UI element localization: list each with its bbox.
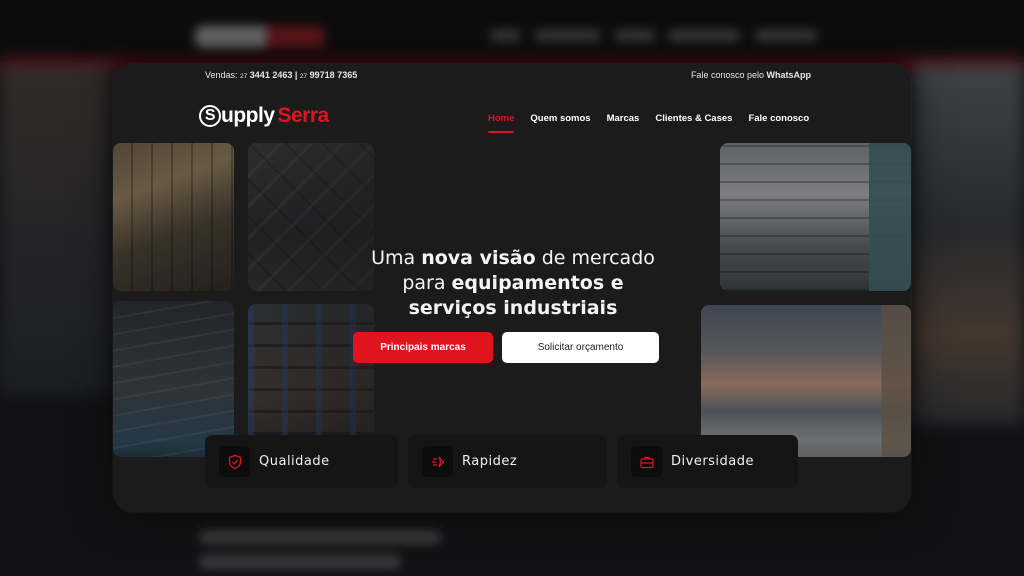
hero-headline: Uma nova visão de mercado para equipamen… [303,246,723,321]
logo-word-supply: upply [221,104,275,127]
hero-text-bold: equipamentos e [451,272,624,294]
backdrop-text [200,530,440,544]
backdrop-right-image [912,64,1024,424]
phone2[interactable]: 99718 7365 [310,70,358,80]
phone2-prefix: 27 [299,73,308,80]
hero-text-bold: nova visão [421,247,536,269]
feature-label: Diversidade [671,454,755,469]
header: S upply Serra Home Quem somos Marcas Cli… [113,100,911,136]
feature-label: Rapidez [462,454,518,469]
logo-s-mark: S [199,105,221,127]
backdrop-text [200,555,400,569]
feature-diversidade: Diversidade [617,435,798,488]
feature-qualidade: Qualidade [205,435,398,488]
fast-arrow-icon [422,446,453,477]
hero-text: Uma [371,247,422,269]
solicitar-orcamento-button[interactable]: Solicitar orçamento [502,332,659,363]
backdrop-nav-item [490,30,520,42]
nav-item-quem-somos[interactable]: Quem somos [530,113,590,124]
principais-marcas-button[interactable]: Principais marcas [353,332,493,363]
topbar: Vendas: 27 3441 2463 | 27 99718 7365 Fal… [113,64,911,86]
feature-label: Qualidade [259,454,330,469]
toolbox-icon [631,446,662,477]
hero-text: de mercado [535,247,655,269]
nav-item-home[interactable]: Home [488,113,515,133]
hero-buttons: Principais marcas Solicitar orçamento [353,332,659,363]
sales-phones: Vendas: 27 3441 2463 | 27 99718 7365 [205,70,357,80]
hero-text-bold: serviços industriais [408,297,618,319]
nav-item-marcas[interactable]: Marcas [607,113,640,124]
phone-separator: | [294,70,298,80]
supply-serra-logo[interactable]: S upply Serra [199,104,329,128]
hero-line-1: Uma nova visão de mercado [303,246,723,271]
feature-rapidez: Rapidez [408,435,607,488]
phone1-prefix: 27 [240,73,248,80]
backdrop-nav-item [535,30,600,42]
backdrop-nav-item [755,30,817,42]
contact-channel: WhatsApp [766,70,812,80]
industrial-plant-photo [720,143,911,291]
backdrop-nav-item [615,30,655,42]
backdrop-left-image [0,64,112,394]
hero-line-3: serviços industriais [303,296,723,321]
website-preview-card: Vendas: 27 3441 2463 | 27 99718 7365 Fal… [113,64,911,512]
hero-line-2: para equipamentos e [303,271,723,296]
features-row: Qualidade Rapidez Diversidade [205,435,798,488]
backdrop-logo [195,26,325,48]
backdrop-nav-item [668,30,740,42]
warehouse-roof-photo [113,301,234,457]
hero-text: para [402,272,452,294]
phone1[interactable]: 3441 2463 [250,70,293,80]
shield-check-icon [219,446,250,477]
nav-item-fale-conosco[interactable]: Fale conosco [748,113,809,124]
main-nav: Home Quem somos Marcas Clientes & Cases … [488,113,809,133]
industrial-machine-photo [113,143,234,291]
nav-item-clientes-cases[interactable]: Clientes & Cases [655,113,732,124]
contact-text: Fale conosco pelo [690,70,764,80]
whatsapp-contact-link[interactable]: Fale conosco pelo WhatsApp [691,70,811,80]
sales-label: Vendas: [205,70,238,80]
logo-word-serra: Serra [277,104,330,127]
